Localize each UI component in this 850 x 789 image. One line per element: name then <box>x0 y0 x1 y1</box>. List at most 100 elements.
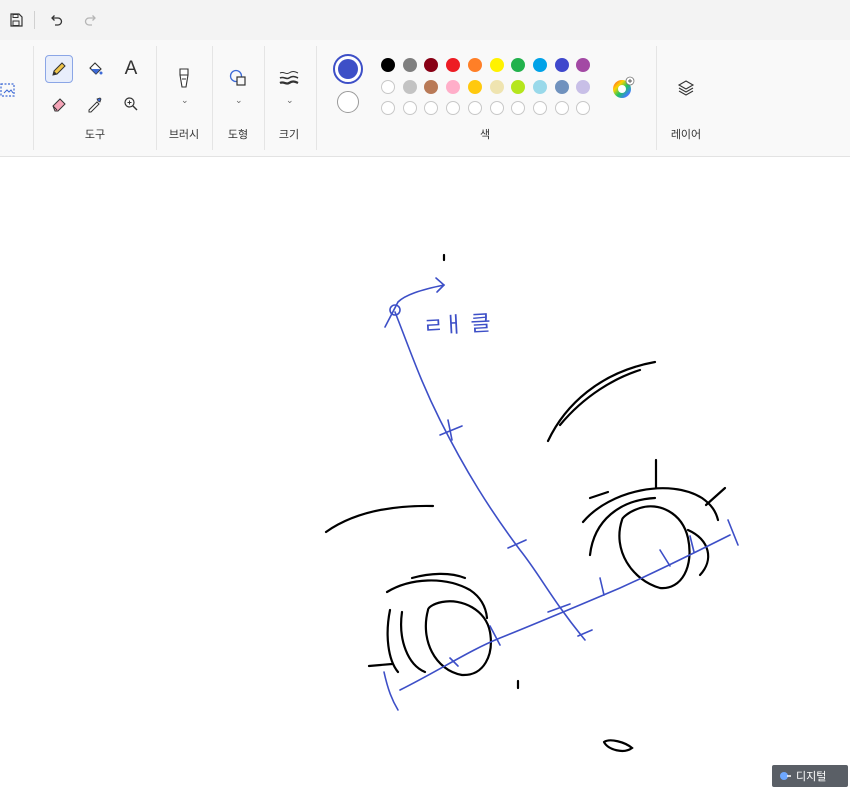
color-swatch[interactable] <box>554 80 569 94</box>
color-swatch[interactable] <box>489 80 504 94</box>
left-eyebrow-stroke <box>324 504 435 534</box>
right-eye-lash-3 <box>588 490 610 500</box>
size-group-label: 크기 <box>278 129 300 141</box>
layers-group-label: 레이어 <box>670 129 702 141</box>
image-resize-button[interactable] <box>0 76 22 104</box>
ribbon-toolbar: A 도구 ⌄ 브러시 ⌄ 도형 ⌄ 크기 색 레이어 <box>0 40 850 157</box>
shapes-group-label: 도형 <box>227 129 249 141</box>
custom-color-slot[interactable] <box>446 101 461 115</box>
color-swatch[interactable] <box>511 80 526 94</box>
image-resize-icon <box>0 83 15 97</box>
size-button[interactable] <box>275 64 303 92</box>
group-separator <box>264 46 265 150</box>
drawing-canvas[interactable]: ㄹㅐ 클 디지털 <box>0 157 850 789</box>
custom-color-slot[interactable] <box>467 101 482 115</box>
eraser-tool-button[interactable] <box>45 90 73 118</box>
stroke-size-icon <box>279 71 299 85</box>
redo-button[interactable] <box>76 6 106 34</box>
brush-chevron-down-icon[interactable]: ⌄ <box>181 95 189 106</box>
text-tool-button[interactable]: A <box>117 55 145 83</box>
color-swatch[interactable] <box>532 58 547 72</box>
right-eyebrow-stroke-2 <box>558 368 642 427</box>
shapes-chevron-down-icon[interactable]: ⌄ <box>235 95 243 106</box>
layers-button[interactable] <box>672 74 700 102</box>
color-swatch[interactable] <box>381 80 395 94</box>
brush-button[interactable] <box>170 64 198 92</box>
color-swatch[interactable] <box>446 58 461 72</box>
group-separator <box>33 46 34 150</box>
custom-color-slot[interactable] <box>381 101 395 115</box>
color-wheel-icon <box>613 76 635 98</box>
pencil-icon <box>52 62 66 76</box>
left-eye-outer <box>386 608 400 674</box>
color-swatch[interactable] <box>424 80 439 94</box>
drawing-strokes <box>324 253 739 752</box>
title-bar <box>0 0 850 40</box>
eye-tick-2 <box>599 577 605 596</box>
color-swatch[interactable] <box>532 80 547 94</box>
color-swatch[interactable] <box>402 58 417 72</box>
eye-guide-line <box>399 534 731 691</box>
watermark-badge: 디지털 <box>772 765 848 787</box>
brush-group-label: 브러시 <box>168 129 200 141</box>
left-iris <box>424 600 492 677</box>
eye-guide-right-cap <box>727 519 739 546</box>
primary-color-swatch <box>338 59 358 79</box>
custom-color-slot[interactable] <box>489 101 504 115</box>
eye-tick-3 <box>659 549 671 567</box>
right-eyebrow-stroke <box>546 360 657 443</box>
watermark-logo-icon <box>780 772 791 780</box>
center-guide-line <box>394 311 586 641</box>
color-swatch[interactable] <box>467 58 482 72</box>
save-icon <box>10 13 23 27</box>
redo-icon <box>84 15 96 26</box>
save-button[interactable] <box>1 6 31 34</box>
color-picker-tool-button[interactable] <box>81 90 109 118</box>
edit-colors-button[interactable] <box>609 74 637 102</box>
color-swatch[interactable] <box>511 58 526 72</box>
mouth-stroke <box>602 739 634 752</box>
color-swatch[interactable] <box>446 80 461 94</box>
custom-color-slot[interactable] <box>532 101 547 115</box>
color-swatch[interactable] <box>467 80 482 94</box>
custom-color-slot[interactable] <box>424 101 439 115</box>
secondary-color-button[interactable] <box>337 91 359 113</box>
left-eye-lash <box>367 662 394 668</box>
color-swatch[interactable] <box>576 80 591 94</box>
pencil-tool-button[interactable] <box>45 55 73 83</box>
custom-color-slot[interactable] <box>576 101 591 115</box>
custom-color-slot[interactable] <box>402 101 417 115</box>
handwritten-annotation: ㄹㅐ 클 <box>422 311 492 340</box>
titlebar-separator <box>34 11 35 29</box>
magnifier-icon <box>124 97 138 111</box>
text-icon: A <box>124 58 138 79</box>
brush-icon <box>179 68 189 88</box>
magnifier-tool-button[interactable] <box>117 90 145 118</box>
eraser-icon <box>52 98 66 112</box>
primary-color-button[interactable] <box>333 54 363 84</box>
color-group-label: 색 <box>479 129 491 141</box>
color-swatch[interactable] <box>489 58 504 72</box>
fill-tool-button[interactable] <box>81 55 109 83</box>
undo-icon <box>51 15 63 26</box>
group-separator <box>212 46 213 150</box>
undo-button[interactable] <box>41 6 71 34</box>
custom-color-slot[interactable] <box>554 101 569 115</box>
color-picker-icon <box>88 97 102 113</box>
color-swatch[interactable] <box>554 58 569 72</box>
color-swatch[interactable] <box>402 80 417 94</box>
color-swatch[interactable] <box>576 58 591 72</box>
fill-bucket-icon <box>89 62 103 75</box>
watermark-text: 디지털 <box>796 771 827 783</box>
group-separator <box>316 46 317 150</box>
shapes-icon <box>229 69 246 86</box>
eye-guide-left-cap <box>383 671 399 711</box>
right-iris <box>618 505 691 590</box>
size-chevron-down-icon[interactable]: ⌄ <box>286 95 294 106</box>
group-separator <box>156 46 157 150</box>
shapes-button[interactable] <box>224 64 252 92</box>
custom-color-slot[interactable] <box>511 101 526 115</box>
color-swatch[interactable] <box>381 58 395 72</box>
right-eye-lower-lid <box>686 528 710 577</box>
color-swatch[interactable] <box>424 58 439 72</box>
